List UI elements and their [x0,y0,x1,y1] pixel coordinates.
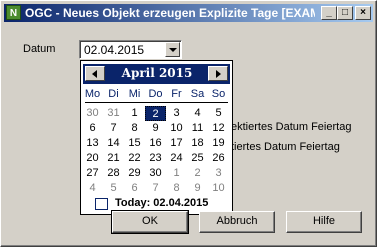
chevron-left-icon [92,70,97,78]
calendar-day[interactable]: 19 [208,136,229,151]
calendar-day[interactable]: 26 [208,151,229,166]
weekday-header: So [211,88,226,100]
calendar-day[interactable]: 7 [145,181,166,196]
calendar-day[interactable]: 14 [103,136,124,151]
calendar-day[interactable]: 4 [187,106,208,121]
calendar-day[interactable]: 1 [124,106,145,121]
calendar-day[interactable]: 9 [187,181,208,196]
calendar-day[interactable]: 4 [82,181,103,196]
app-icon: N [6,5,21,20]
date-label: Datum [23,43,56,55]
maximize-button[interactable]: □ [337,6,353,20]
month-title: April 2015 [121,66,193,80]
next-month-button[interactable] [208,66,228,81]
calendar-day[interactable]: 2 [145,106,166,121]
calendar-day[interactable]: 1 [166,166,187,181]
calendar-popup: April 2015 Mo Di Mi Do Fr Sa So 30 31 1 2 3 4 5 6 7 8 9 1… [80,60,233,215]
date-dropdown-button[interactable] [165,42,180,57]
calendar-day[interactable]: 11 [187,121,208,136]
ok-button[interactable]: OK [111,210,189,234]
calendar-day[interactable]: 28 [103,166,124,181]
calendar-day[interactable]: 22 [124,151,145,166]
weekday-header: Mi [128,88,141,100]
calendar-day[interactable]: 2 [187,166,208,181]
calendar-day[interactable]: 23 [145,151,166,166]
calendar-day[interactable]: 17 [166,136,187,151]
calendar-day[interactable]: 18 [187,136,208,151]
minimize-button[interactable]: _ [321,6,337,20]
window-title: OGC - Neues Objekt erzeugen Explizite Ta… [25,6,315,20]
calendar-day[interactable]: 27 [82,166,103,181]
weekday-header: Fr [171,88,182,100]
close-button[interactable]: × [355,6,371,20]
calendar-day[interactable]: 10 [166,121,187,136]
calendar-day[interactable]: 3 [166,106,187,121]
calendar-day[interactable]: 6 [124,181,145,196]
calendar-day[interactable]: 9 [145,121,166,136]
date-picker-field[interactable]: 02.04.2015 [79,40,182,59]
calendar-day[interactable]: 7 [103,121,124,136]
calendar-day[interactable]: 8 [166,181,187,196]
calendar-day[interactable]: 12 [208,121,229,136]
calendar-day[interactable]: 24 [166,151,187,166]
today-marker-icon [95,198,108,210]
calendar-day[interactable]: 15 [124,136,145,151]
help-button[interactable]: Hilfe [286,211,362,233]
weekday-header: Mo [84,88,101,100]
calendar-header: April 2015 [83,64,230,84]
calendar-day[interactable]: 25 [187,151,208,166]
weekday-header: Di [108,88,119,100]
calendar-day[interactable]: 16 [145,136,166,151]
chevron-down-icon [169,48,177,52]
calendar-day[interactable]: 8 [124,121,145,136]
option-selected-date-holiday[interactable]: ektiertes Datum Feiertag [231,121,351,133]
calendar-day[interactable]: 6 [82,121,103,136]
option-date-holiday[interactable]: tiertes Datum Feiertag [231,141,340,153]
date-value: 02.04.2015 [84,43,145,57]
weekday-separator [85,102,228,103]
calendar-day[interactable]: 29 [124,166,145,181]
calendar-day[interactable]: 10 [208,181,229,196]
title-bar[interactable]: N OGC - Neues Objekt erzeugen Explizite … [4,4,373,22]
chevron-right-icon [216,70,221,78]
today-link[interactable]: Today: 02.04.2015 [115,197,208,209]
calendar-day[interactable]: 5 [208,106,229,121]
calendar-day[interactable]: 5 [103,181,124,196]
cancel-button[interactable]: Abbruch [199,211,275,233]
calendar-day[interactable]: 3 [208,166,229,181]
calendar-day[interactable]: 30 [145,166,166,181]
weekday-header: Sa [190,88,205,100]
calendar-day[interactable]: 13 [82,136,103,151]
dialog-window: N OGC - Neues Objekt erzeugen Explizite … [0,0,377,247]
calendar-day[interactable]: 20 [82,151,103,166]
calendar-day[interactable]: 30 [82,106,103,121]
weekday-header: Do [148,88,163,100]
prev-month-button[interactable] [85,66,105,81]
calendar-day[interactable]: 21 [103,151,124,166]
calendar-day[interactable]: 31 [103,106,124,121]
